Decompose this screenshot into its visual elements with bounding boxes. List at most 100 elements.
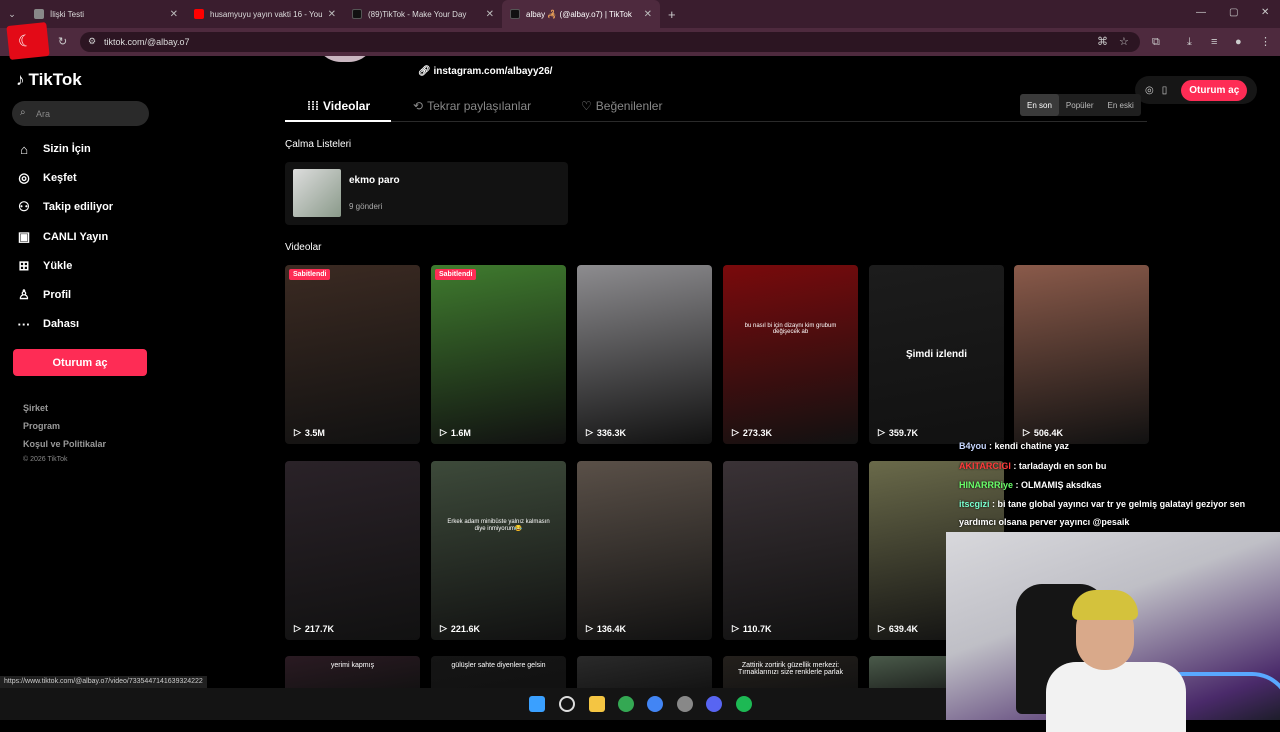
media-control-icon[interactable]: ≡ [1211,35,1217,49]
play-icon: ▷ [878,623,885,633]
close-tab-icon[interactable]: ✕ [486,9,494,20]
chat-text: bi tane global yayıncı var tr ye gelmiş … [997,499,1246,509]
view-count-text: 336.3K [596,427,626,438]
video-card[interactable]: Şimdi izlendi ▷ 359.7K [869,265,1004,444]
playlist-card[interactable]: ekmo paro 9 gönderi [285,162,568,225]
url-field[interactable]: ⚙ tiktok.com/@albay.o7 [80,32,1140,52]
playlists-title: Çalma Listeleri [285,139,352,150]
view-count-text: 639.4K [888,623,918,634]
view-count-text: 359.7K [888,427,918,438]
play-icon: ▷ [732,427,739,437]
maximize-icon[interactable]: ▢ [1229,7,1238,18]
pinned-badge: Sabitlendi [435,269,477,280]
reload-icon[interactable]: ↻ [58,35,67,49]
browser-tab-1[interactable]: İlişki Testi ✕ [26,0,186,28]
video-card[interactable]: Sabitlendi ▷ 1.6M [431,265,566,444]
windows-start-icon[interactable] [529,696,545,712]
chat-text: yardımcı olsana perver yayıncı @pesaik [959,517,1130,527]
bio-link-text: instagram.com/albayy26/ [433,66,553,77]
video-card[interactable]: ▷ 336.3K [577,265,712,444]
video-card[interactable]: bu nasıl bi için dizaynı kim grubum deği… [723,265,858,444]
heart-icon: ♡ [581,99,592,113]
view-count: ▷ 336.3K [586,427,626,438]
streamer-hair [1072,590,1138,620]
site-info-icon[interactable]: ⚙ [88,36,96,47]
header-login-button[interactable]: Oturum aç [1181,79,1248,101]
file-explorer-icon[interactable] [589,696,605,712]
download-icon[interactable]: ⤓ [1187,35,1192,49]
tab-reposts[interactable]: ⟲ Tekrar paylaşılanlar [413,99,531,113]
video-card[interactable] [577,656,712,688]
view-count: ▷ 221.6K [440,623,480,634]
view-count-text: 506.4K [1033,427,1063,438]
spotify-icon[interactable] [736,696,752,712]
video-card[interactable]: Sabitlendi ▷ 3.5M [285,265,420,444]
chrome-active-icon[interactable] [647,696,663,712]
close-tab-icon[interactable]: ✕ [644,9,652,20]
video-card[interactable]: ▷ 136.4K [577,461,712,640]
play-icon: ▷ [294,427,301,437]
search-icon[interactable] [559,696,575,712]
avatar [315,56,375,62]
sort-oldest[interactable]: En eski [1100,94,1140,116]
browser-tab-3[interactable]: (89)TikTok - Make Your Day ✕ [344,0,502,28]
tab-title: (89)TikTok - Make Your Day [368,9,467,19]
translate-icon[interactable]: ⌘ [1097,35,1108,49]
view-count-text: 1.6M [450,427,471,438]
new-tab-button[interactable]: + [668,7,676,22]
close-window-icon[interactable]: ✕ [1261,7,1269,18]
view-count-text: 136.4K [596,623,626,634]
video-caption: gülüşler sahte diyenlere gelsin [451,662,546,669]
play-icon: ▷ [732,623,739,633]
play-icon: ▷ [586,427,593,437]
view-count: ▷ 1.6M [440,427,471,438]
bookmark-star-icon[interactable]: ☆ [1119,35,1129,49]
playlist-thumbnail [293,169,341,217]
chat-message: HINARRRiye : OLMAMIŞ aksdkas [959,480,1102,490]
video-card[interactable]: gülüşler sahte diyenlere gelsin [431,656,566,688]
play-icon: ▷ [586,623,593,633]
url-text: tiktok.com/@albay.o7 [104,37,190,47]
play-icon: ▷ [878,427,885,437]
sort-popular[interactable]: Popüler [1059,94,1101,116]
view-count-text: 3.5M [304,427,325,438]
browser-tab-4[interactable]: albay 🦂 (@albay.o7) | TikTok ✕ [502,0,660,28]
tab-liked[interactable]: ♡ Beğenilenler [581,99,662,113]
menu-dots-icon[interactable]: ⋮ [1260,35,1271,49]
discord-icon[interactable] [706,696,722,712]
close-tab-icon[interactable]: ✕ [170,9,178,20]
chat-message: AKITARCIGI : tarladaydı en son bu [959,461,1107,471]
chat-text: kendi chatine yaz [994,441,1070,451]
tab-title: albay 🦂 (@albay.o7) | TikTok [526,9,632,19]
view-count: ▷ 506.4K [1023,427,1063,438]
video-card[interactable]: yerimi kapmış [285,656,420,688]
view-count: ▷ 273.3K [732,427,772,438]
tab-videos[interactable]: ⁞⁞⁞ Videolar [307,99,370,113]
play-icon: ▷ [1023,427,1030,437]
stream-chat-overlay: B4you : kendi chatine yaz AKITARCIGI : t… [955,441,1280,531]
video-card[interactable]: ▷ 217.7K [285,461,420,640]
browser-tab-2[interactable]: husamyuyu yayın vakti 16 - You ✕ [186,0,344,28]
video-card[interactable]: Zattirik zortirik güzellik merkezi: Tırn… [723,656,858,688]
sort-latest[interactable]: En son [1020,94,1059,116]
minimize-icon[interactable]: — [1196,7,1206,18]
profile-avatar-icon[interactable]: ● [1235,35,1242,49]
tab-search-icon[interactable]: ⌄ [0,9,24,20]
close-tab-icon[interactable]: ✕ [328,9,336,20]
chat-text: tarladaydı en son bu [1018,461,1107,471]
favicon-icon [34,9,44,19]
obs-icon[interactable] [677,696,693,712]
view-count-text: 221.6K [450,623,480,634]
video-card[interactable]: ▷ 506.4K [1014,265,1149,444]
bio-link[interactable]: 🔗︎ instagram.com/albayy26/ [418,66,552,77]
video-card[interactable]: ▷ 110.7K [723,461,858,640]
pinned-badge: Sabitlendi [289,269,331,280]
video-caption: Zattirik zortirik güzellik merkezi: Tırn… [737,662,844,676]
video-card[interactable]: Erkek adam minibüste yalnız kalmasın diy… [431,461,566,640]
chat-user: AKITARCIGI [959,461,1011,471]
view-count: ▷ 639.4K [878,623,918,634]
chrome-icon[interactable] [618,696,634,712]
extensions-icon[interactable]: ⧉ [1152,35,1160,49]
link-icon: 🔗︎ [418,66,434,77]
phone-icon[interactable]: ▯ [1162,85,1168,96]
